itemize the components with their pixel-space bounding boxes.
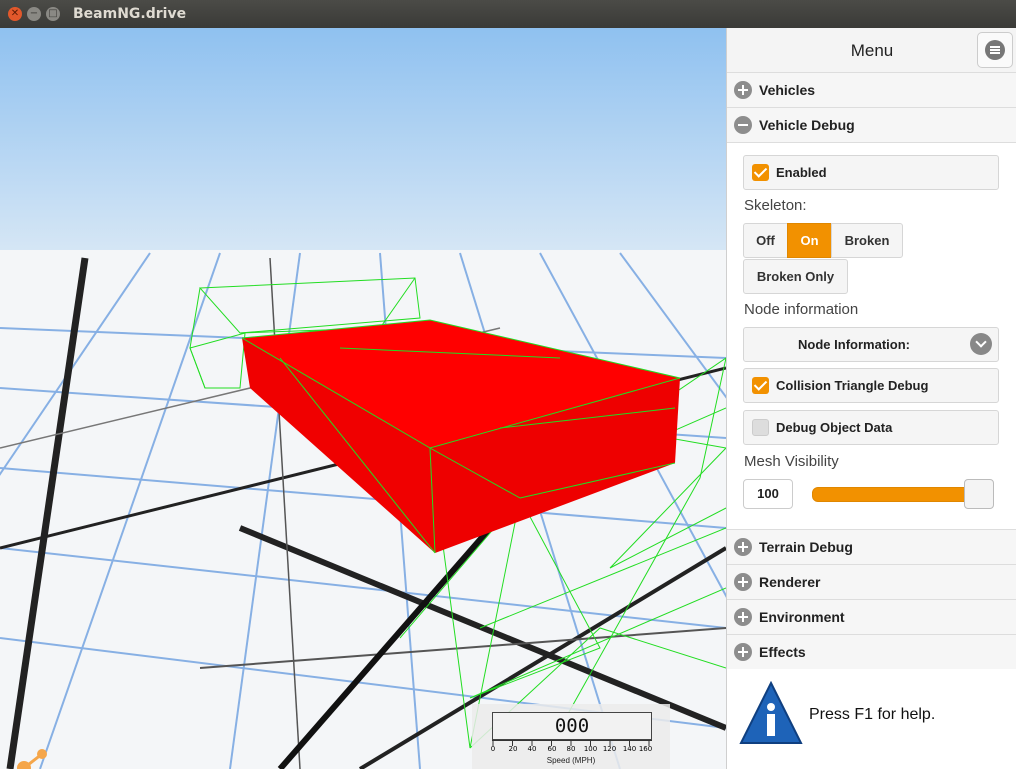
menu-toggle-button[interactable] xyxy=(977,32,1013,68)
speed-tick: 120 xyxy=(602,745,617,753)
sky xyxy=(0,28,726,250)
mesh-visibility-input[interactable]: 100 xyxy=(743,479,793,509)
node-information-value: Node Information: xyxy=(798,337,910,352)
collision-triangle-checkbox-row[interactable]: Collision Triangle Debug xyxy=(743,368,999,403)
section-renderer[interactable]: Renderer xyxy=(727,565,1016,600)
section-label: Effects xyxy=(759,644,806,660)
node-information-label: Node information xyxy=(744,301,859,318)
section-label: Vehicle Debug xyxy=(759,117,855,133)
game-viewport[interactable] xyxy=(0,28,726,769)
help-text: Press F1 for help. xyxy=(809,706,936,723)
maximize-window-button[interactable]: □ xyxy=(46,7,60,21)
plus-icon xyxy=(734,573,752,591)
mesh-visibility-slider-track[interactable] xyxy=(812,487,980,502)
section-label: Environment xyxy=(759,609,845,625)
speed-readout: 000 xyxy=(492,712,652,740)
vehicle-debug-panel: Enabled Skeleton: Off On Broken Broken O… xyxy=(727,143,1016,530)
skeleton-broken-button[interactable]: Broken xyxy=(831,223,903,258)
speed-tick: 100 xyxy=(583,745,598,753)
plus-icon xyxy=(734,608,752,626)
checkbox-unchecked-icon[interactable] xyxy=(752,419,769,436)
collision-triangle-label: Collision Triangle Debug xyxy=(776,378,929,393)
speed-tick: 80 xyxy=(566,745,576,753)
section-effects[interactable]: Effects xyxy=(727,635,1016,670)
checkbox-checked-icon[interactable] xyxy=(752,164,769,181)
speed-tick: 20 xyxy=(508,745,518,753)
plus-icon xyxy=(734,81,752,99)
speed-tick: 0 xyxy=(490,745,496,753)
skeleton-broken-only-button[interactable]: Broken Only xyxy=(743,259,848,294)
skeleton-on-button[interactable]: On xyxy=(787,223,832,258)
section-terrain-debug[interactable]: Terrain Debug xyxy=(727,530,1016,565)
debug-object-data-label: Debug Object Data xyxy=(776,420,893,435)
chevron-down-icon xyxy=(970,333,992,355)
menu-header: Menu xyxy=(727,28,1016,73)
help-panel: Press F1 for help. xyxy=(727,669,1016,769)
section-vehicles[interactable]: Vehicles xyxy=(727,73,1016,108)
node-information-select[interactable]: Node Information: xyxy=(743,327,999,362)
section-environment[interactable]: Environment xyxy=(727,600,1016,635)
plus-icon xyxy=(734,643,752,661)
window-titlebar: ✕ − □ BeamNG.drive xyxy=(0,0,1016,28)
section-vehicle-debug[interactable]: Vehicle Debug xyxy=(727,108,1016,143)
section-label: Renderer xyxy=(759,574,821,590)
window-title: BeamNG.drive xyxy=(73,6,187,22)
speed-tick: 60 xyxy=(547,745,557,753)
close-window-button[interactable]: ✕ xyxy=(8,7,22,21)
menu-title: Menu xyxy=(850,41,894,60)
menu-panel: Menu Vehicles Vehicle Debug Enabled Skel… xyxy=(726,28,1016,769)
speed-scale: 0 20 40 60 80 100 120 140 160 xyxy=(491,740,653,754)
speed-tick: 140 xyxy=(622,745,637,753)
section-label: Terrain Debug xyxy=(759,539,853,555)
mesh-visibility-slider-handle[interactable] xyxy=(964,479,994,509)
skeleton-label: Skeleton: xyxy=(744,197,807,214)
scene xyxy=(0,28,726,769)
section-label: Vehicles xyxy=(759,82,816,98)
minimize-window-button[interactable]: − xyxy=(27,7,41,21)
debug-object-data-checkbox-row[interactable]: Debug Object Data xyxy=(743,410,999,445)
plus-icon xyxy=(734,538,752,556)
enabled-label: Enabled xyxy=(776,165,827,180)
enabled-checkbox-row[interactable]: Enabled xyxy=(743,155,999,190)
info-icon xyxy=(739,680,803,752)
minus-icon xyxy=(734,116,752,134)
checkbox-checked-icon[interactable] xyxy=(752,377,769,394)
speedometer: 000 0 20 40 60 80 100 120 140 160 Speed … xyxy=(472,704,670,769)
beamng-logo-icon xyxy=(12,740,58,769)
speed-tick: 40 xyxy=(527,745,537,753)
speed-caption: Speed (MPH) xyxy=(546,756,596,765)
speed-tick: 160 xyxy=(638,745,653,753)
hamburger-icon xyxy=(985,40,1005,60)
skeleton-off-button[interactable]: Off xyxy=(743,223,788,258)
mesh-visibility-label: Mesh Visibility xyxy=(744,453,839,470)
